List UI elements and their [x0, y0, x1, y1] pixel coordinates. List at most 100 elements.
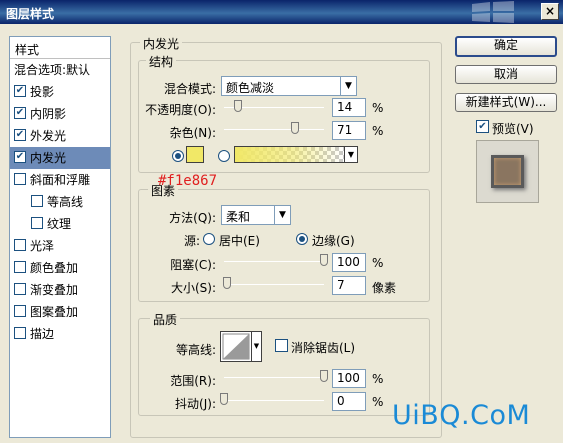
jitter-input[interactable]: 0 — [332, 392, 366, 411]
range-slider-thumb[interactable] — [320, 370, 328, 382]
style-list-item[interactable]: 图案叠加 — [10, 301, 110, 323]
style-list-item[interactable]: 等高线 — [10, 191, 110, 213]
blend-mode-label: 混合模式: — [163, 82, 216, 96]
jitter-slider[interactable] — [220, 393, 324, 407]
style-list-item-label: 斜面和浮雕 — [30, 173, 91, 187]
source-edge-radio[interactable] — [296, 233, 308, 245]
style-checkbox[interactable] — [14, 283, 26, 295]
style-list-item-label: 混合选项:默认 — [14, 63, 91, 77]
source-center-radio[interactable] — [203, 233, 215, 245]
style-checkbox[interactable] — [31, 195, 43, 207]
opacity-input[interactable]: 14 — [332, 98, 366, 117]
structure-title: 结构 — [146, 53, 177, 70]
contour-preview-icon — [222, 333, 250, 360]
style-checkbox[interactable] — [14, 239, 26, 251]
style-list-item[interactable]: 纹理 — [10, 213, 110, 235]
noise-input[interactable]: 71 — [332, 121, 366, 140]
size-input[interactable]: 7 — [332, 276, 366, 295]
close-button[interactable]: × — [541, 3, 559, 20]
style-list-item[interactable]: 渐变叠加 — [10, 279, 110, 301]
style-checkbox[interactable]: ✔ — [14, 85, 26, 97]
style-checkbox[interactable] — [14, 327, 26, 339]
size-slider-track — [224, 284, 324, 285]
antialias-label[interactable]: 消除锯齿(L) — [291, 339, 355, 356]
style-list-item[interactable]: 描边 — [10, 323, 110, 345]
range-slider[interactable] — [224, 370, 328, 384]
noise-unit: % — [372, 124, 384, 138]
style-list-item-label: 图案叠加 — [30, 305, 79, 319]
style-list-item-label: 外发光 — [30, 129, 67, 143]
preview-label[interactable]: 预览(V) — [492, 120, 534, 137]
opacity-slider[interactable] — [224, 100, 324, 114]
range-label: 范围(R): — [170, 374, 216, 388]
blend-mode-value: 颜色减淡 — [226, 81, 275, 95]
cancel-button[interactable]: 取消 — [455, 65, 557, 84]
style-list-header: 样式 — [10, 37, 110, 59]
gradient-radio[interactable] — [218, 150, 230, 162]
method-select[interactable]: 柔和 ▼ — [221, 205, 291, 225]
size-slider-thumb[interactable] — [223, 277, 231, 289]
method-value: 柔和 — [226, 210, 251, 224]
style-list-item[interactable]: ✔ 投影 — [10, 81, 110, 103]
style-list-item[interactable]: 斜面和浮雕 — [10, 169, 110, 191]
size-unit: 像素 — [372, 281, 397, 295]
choke-unit: % — [372, 256, 384, 270]
color-annotation: #f1e867 — [158, 173, 218, 189]
noise-slider[interactable] — [224, 122, 324, 136]
jitter-slider-track — [224, 400, 324, 401]
noise-slider-thumb[interactable] — [291, 122, 299, 134]
style-list-item-label: 光泽 — [30, 239, 55, 253]
noise-slider-track — [224, 129, 324, 130]
style-list-item[interactable]: ✔ 内阴影 — [10, 103, 110, 125]
contour-label: 等高线: — [175, 343, 216, 357]
style-list-item-label: 内阴影 — [30, 107, 67, 121]
gradient-preview — [235, 147, 344, 162]
contour-picker[interactable]: ▼ — [220, 331, 262, 362]
style-list-item-label: 内发光 — [30, 151, 67, 165]
style-checkbox[interactable] — [31, 217, 43, 229]
ok-button[interactable]: 确定 — [455, 36, 557, 57]
style-list-item[interactable]: 混合选项:默认 — [10, 59, 110, 81]
style-checkbox[interactable] — [14, 305, 26, 317]
chevron-down-icon: ▼ — [344, 147, 357, 162]
style-list-item-label: 投影 — [30, 85, 55, 99]
jitter-slider-thumb[interactable] — [220, 393, 228, 405]
opacity-label: 不透明度(O): — [145, 103, 216, 117]
size-slider[interactable] — [223, 277, 324, 291]
chevron-down-icon: ▼ — [251, 332, 261, 361]
style-checkbox[interactable]: ✔ — [14, 129, 26, 141]
blend-mode-select[interactable]: 颜色减淡 ▼ — [221, 76, 357, 96]
style-checkbox[interactable]: ✔ — [14, 151, 26, 163]
title-bar: 图层样式 × — [0, 0, 563, 24]
style-list-item[interactable]: ✔ 外发光 — [10, 125, 110, 147]
opacity-unit: % — [372, 101, 384, 115]
style-checkbox[interactable] — [14, 261, 26, 273]
style-list-item[interactable]: 光泽 — [10, 235, 110, 257]
solid-color-radio[interactable] — [172, 150, 184, 162]
new-style-button[interactable]: 新建样式(W)... — [455, 93, 557, 112]
glow-color-swatch[interactable] — [186, 146, 204, 163]
antialias-checkbox[interactable] — [275, 339, 288, 352]
method-label: 方法(Q): — [169, 211, 216, 225]
inner-glow-title: 内发光 — [140, 35, 183, 52]
range-unit: % — [372, 372, 384, 386]
style-checkbox[interactable]: ✔ — [14, 107, 26, 119]
style-list-item-label: 纹理 — [47, 217, 72, 231]
style-list-item[interactable]: ✔ 内发光 — [10, 147, 110, 169]
choke-slider[interactable] — [224, 254, 328, 268]
watermark: UiBQ.CoM — [392, 400, 531, 431]
style-list-item[interactable]: 颜色叠加 — [10, 257, 110, 279]
source-center-label[interactable]: 居中(E) — [219, 232, 260, 249]
choke-slider-thumb[interactable] — [320, 254, 328, 266]
choke-input[interactable]: 100 — [332, 253, 366, 272]
opacity-slider-thumb[interactable] — [234, 100, 242, 112]
size-label: 大小(S): — [170, 281, 216, 295]
style-checkbox[interactable] — [14, 173, 26, 185]
source-edge-label[interactable]: 边缘(G) — [312, 232, 355, 249]
style-preview-thumbnail — [476, 140, 539, 203]
source-label: 源: — [183, 234, 200, 248]
range-input[interactable]: 100 — [332, 369, 366, 388]
gradient-picker[interactable]: ▼ — [234, 146, 358, 163]
choke-label: 阻塞(C): — [170, 258, 216, 272]
preview-checkbox[interactable]: ✔ — [476, 120, 489, 133]
